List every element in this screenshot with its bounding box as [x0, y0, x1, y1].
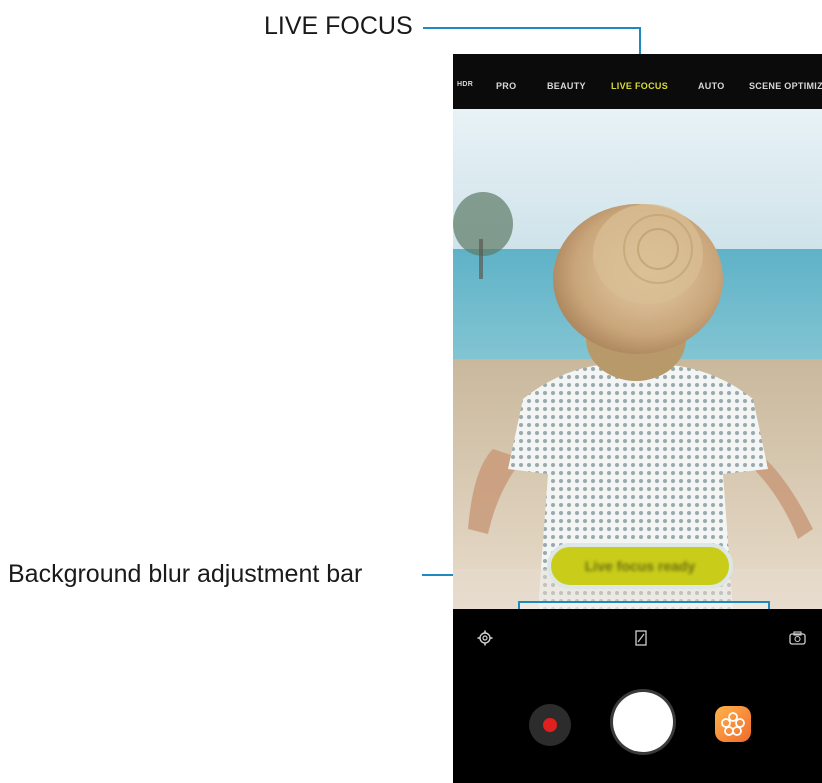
mode-pro[interactable]: PRO	[496, 81, 516, 91]
stickers-icon	[721, 712, 745, 736]
camera-viewfinder[interactable]: Live focus ready	[453, 109, 822, 609]
aspect-ratio-icon[interactable]	[635, 630, 647, 646]
live-focus-ready-text: Live focus ready	[584, 558, 696, 574]
mode-live-focus[interactable]: LIVE FOCUS	[611, 81, 668, 91]
live-focus-ready-pill: Live focus ready	[547, 543, 733, 589]
mode-hdr[interactable]: HDR	[457, 81, 473, 88]
record-video-button[interactable]	[529, 704, 571, 746]
shutter-button[interactable]	[613, 692, 673, 752]
background-blur-adjustment-bar[interactable]	[518, 601, 770, 609]
blur-bar-callout-label: Background blur adjustment bar	[8, 560, 363, 588]
live-focus-callout-line-h	[423, 27, 640, 29]
mode-auto[interactable]: AUTO	[698, 81, 725, 91]
stickers-button[interactable]	[715, 706, 751, 742]
gear-icon[interactable]	[477, 630, 493, 646]
switch-camera-icon[interactable]	[789, 631, 806, 645]
live-focus-callout-label: LIVE FOCUS	[264, 12, 413, 40]
viewfinder-photo	[453, 109, 822, 609]
camera-screen: HDR PRO BEAUTY LIVE FOCUS AUTO SCENE OPT…	[453, 54, 822, 783]
mode-beauty[interactable]: BEAUTY	[547, 81, 586, 91]
mode-scene-optimizer[interactable]: SCENE OPTIMIZER	[749, 81, 822, 91]
